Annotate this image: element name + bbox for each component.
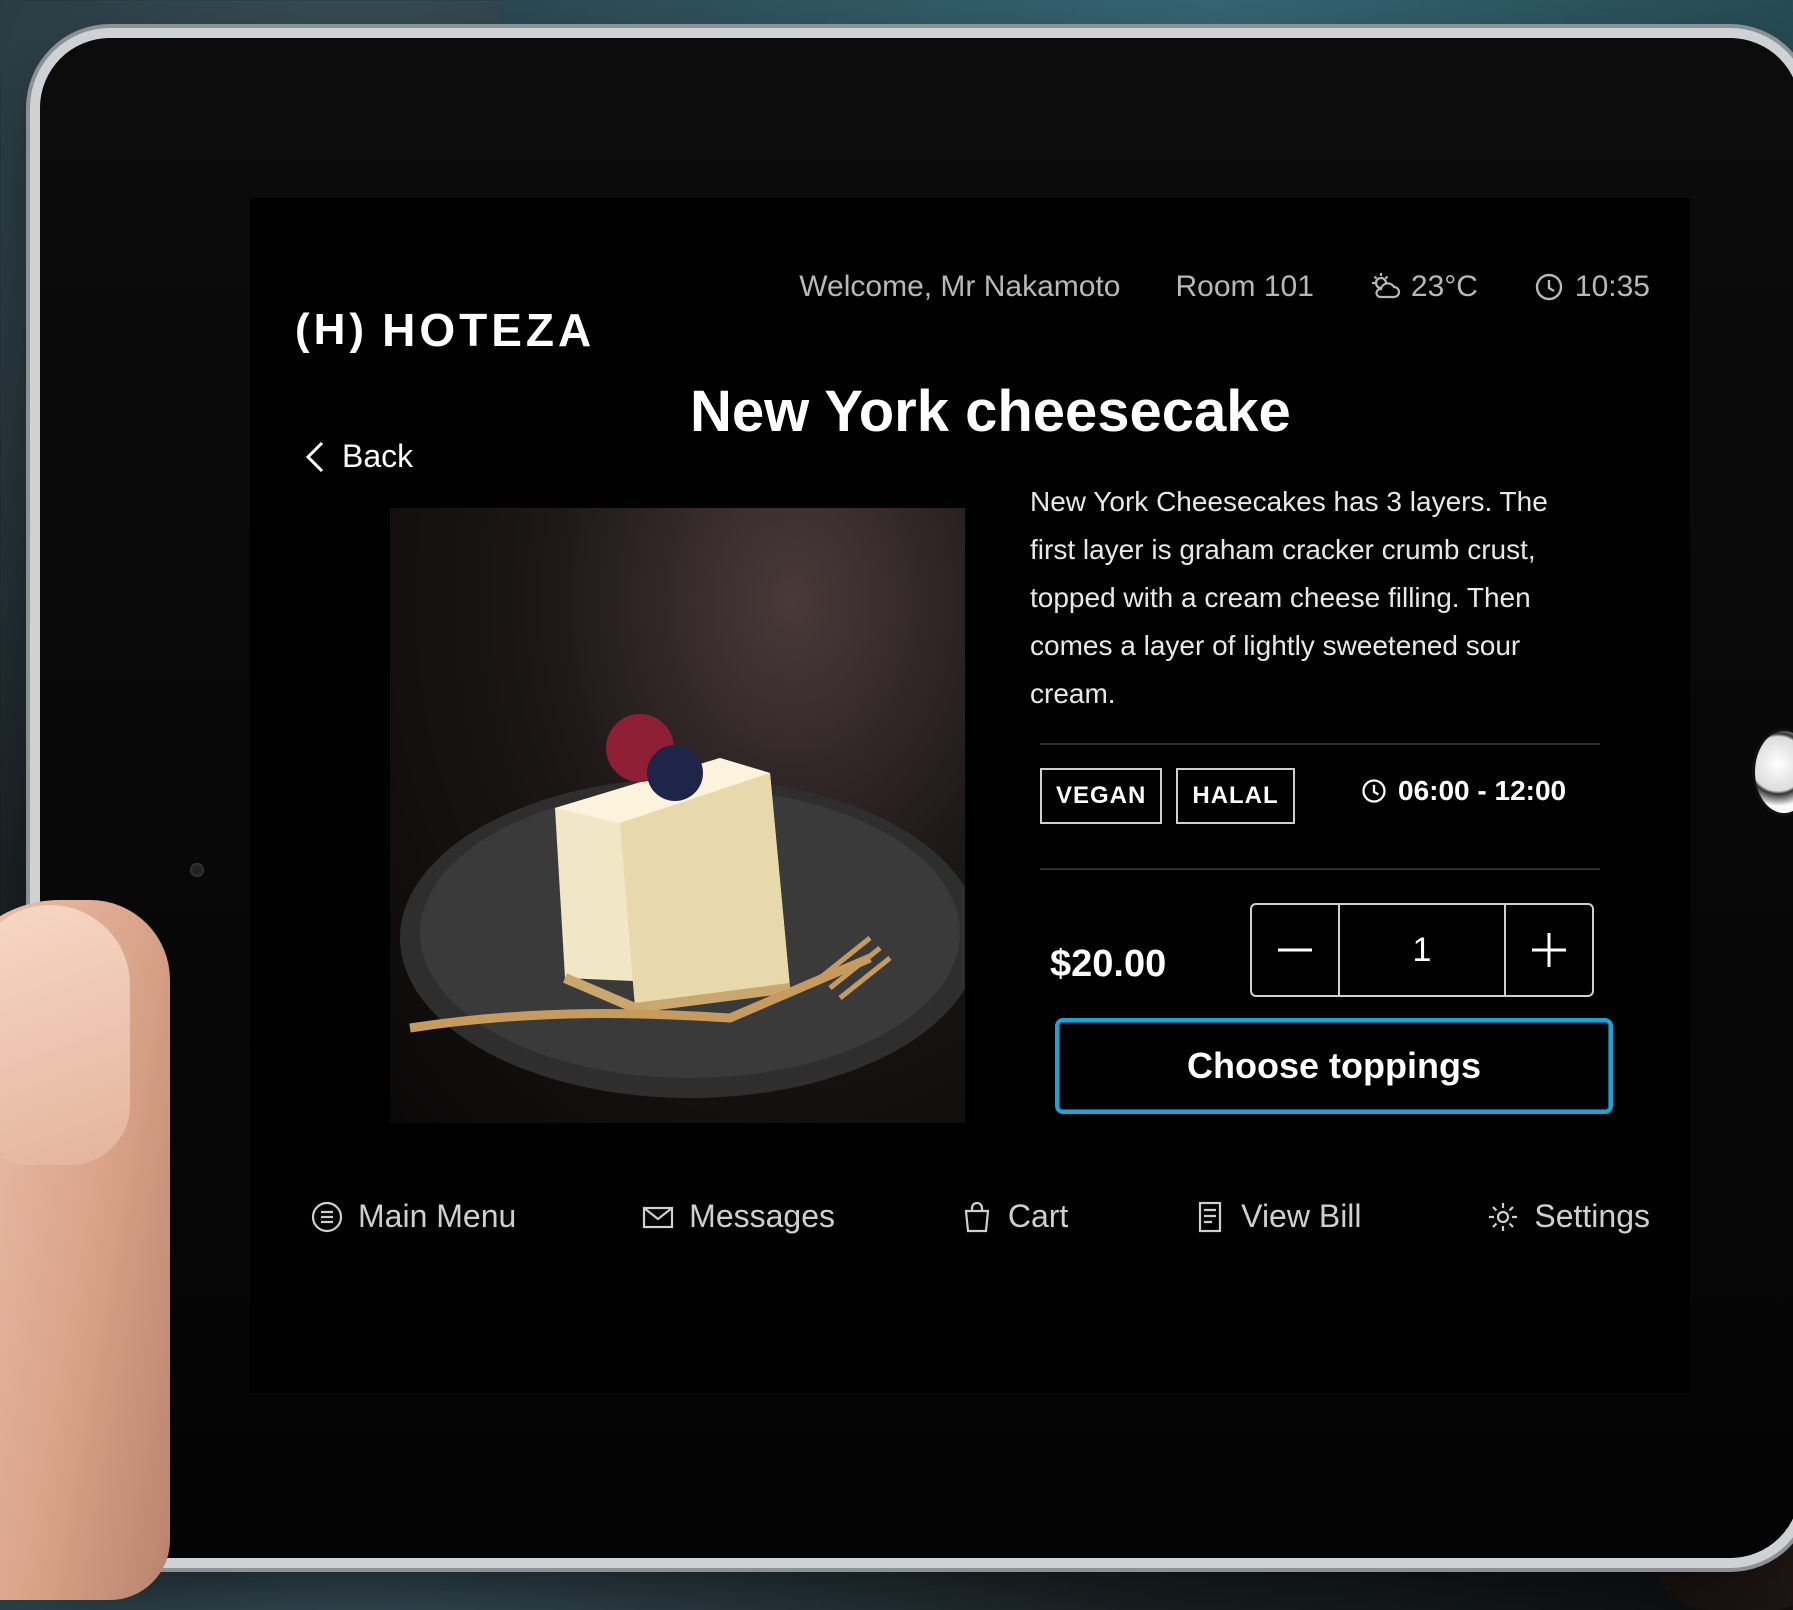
gear-icon: [1489, 1202, 1518, 1231]
home-button[interactable]: [1752, 728, 1793, 816]
room-number: Room 101: [1175, 270, 1314, 303]
shopping-bag-icon: [964, 1201, 990, 1232]
price: $20.00: [1050, 943, 1167, 985]
logo-mark: (H): [295, 305, 369, 354]
back-label: Back: [342, 438, 414, 474]
front-camera: [190, 863, 204, 877]
dish-photo: [390, 508, 965, 1123]
dish-description: New York Cheesecakes has 3 layers. The f…: [1030, 486, 1548, 709]
nav-main-menu-label: Main Menu: [358, 1198, 517, 1234]
temperature-value: 23°C: [1410, 270, 1478, 303]
plus-icon: [1532, 933, 1566, 967]
cheesecake-illustration: [400, 714, 965, 1098]
status-bar: Welcome, Mr Nakamoto Room 101 23°C 10:35: [799, 270, 1650, 304]
hours-value: 06:00 - 12:00: [1398, 775, 1567, 806]
nav-view-bill-label: View Bill: [1241, 1198, 1362, 1234]
hoteza-logo: (H) HOTEZA: [295, 303, 595, 357]
nav-messages-label: Messages: [689, 1198, 835, 1234]
decrease-button[interactable]: [1252, 905, 1338, 995]
quantity-value[interactable]: 1: [1338, 905, 1506, 995]
receipt-icon: [1199, 1201, 1222, 1232]
weather: 23°C: [1369, 270, 1478, 304]
tablet-screen: (H) HOTEZA Welcome, Mr Nakamoto Room 101…: [250, 198, 1690, 1393]
back-button[interactable]: Back: [302, 438, 413, 475]
nav-view-bill[interactable]: View Bill: [1193, 1198, 1362, 1235]
chevron-left-icon: [305, 441, 324, 472]
menu-icon: [311, 1201, 343, 1232]
weather-partly-sunny-icon: [1371, 273, 1400, 299]
nav-cart[interactable]: Cart: [960, 1198, 1068, 1235]
left-thumb: [0, 905, 130, 1165]
clock-icon: [1362, 779, 1386, 803]
increase-button[interactable]: [1506, 905, 1592, 995]
nav-settings[interactable]: Settings: [1486, 1198, 1650, 1235]
clock-icon: [1535, 273, 1563, 301]
quantity-stepper: 1: [1250, 903, 1594, 997]
time-value: 10:35: [1574, 270, 1650, 303]
serving-hours: 06:00 - 12:00: [1360, 775, 1566, 807]
divider: [1040, 743, 1600, 745]
nav-main-menu[interactable]: Main Menu: [310, 1198, 516, 1235]
minus-icon: [1278, 948, 1312, 952]
nav-settings-label: Settings: [1534, 1198, 1650, 1234]
tablet-device: (H) HOTEZA Welcome, Mr Nakamoto Room 101…: [40, 38, 1793, 1558]
page-title: New York cheesecake: [690, 379, 1291, 444]
diet-tags: VEGAN HALAL: [1040, 768, 1295, 824]
clock: 10:35: [1533, 270, 1650, 304]
tag-vegan: VEGAN: [1040, 768, 1163, 824]
welcome-text: Welcome, Mr Nakamoto: [799, 270, 1121, 303]
nav-messages[interactable]: Messages: [641, 1198, 835, 1235]
logo-text: HOTEZA: [382, 304, 596, 356]
nav-cart-label: Cart: [1007, 1198, 1069, 1234]
envelope-icon: [643, 1206, 674, 1228]
tag-halal: HALAL: [1176, 768, 1295, 824]
choose-toppings-button[interactable]: Choose toppings: [1055, 1018, 1613, 1114]
bottom-nav: Main Menu Messages Cart View Bill Settin…: [310, 1198, 1650, 1235]
divider: [1040, 868, 1600, 870]
